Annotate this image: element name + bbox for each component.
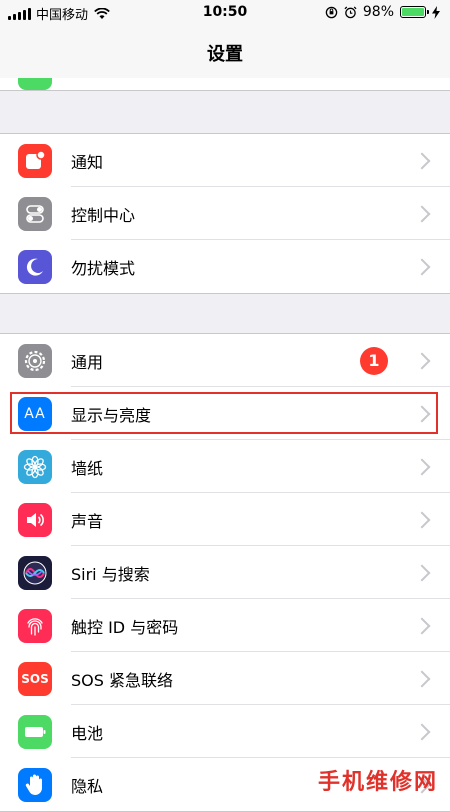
chevron-right-icon [413,670,431,687]
watermark: 手机维修网 [317,770,438,795]
settings-row-label: 勿扰模式 [71,258,136,278]
icon-text: SOS [21,671,49,686]
control-center-icon [18,196,52,231]
display-brightness-icon: AA [18,396,52,431]
update-badge: 1 [360,346,388,375]
settings-row-notifications[interactable]: 通知 [0,134,450,187]
icon-text: AA [24,405,46,422]
fingerprint-icon [18,608,52,643]
settings-row-label: 触控 ID 与密码 [71,617,179,637]
settings-row-label: 墙纸 [71,458,104,478]
chevron-right-icon [413,617,431,634]
alarm-icon [344,5,357,18]
speaker-icon [18,502,52,537]
chevron-right-icon [413,352,431,369]
chevron-right-icon [413,564,431,581]
settings-row-label: 电池 [71,723,104,743]
settings-row-touch-id-passcode[interactable]: 触控 ID 与密码 [0,599,450,652]
wallpaper-flower-icon [18,449,52,484]
settings-row-battery[interactable]: 电池 [0,705,450,758]
settings-row-siri-search[interactable]: Siri 与搜索 [0,546,450,599]
battery-icon [18,714,52,749]
siri-icon [18,555,52,590]
settings-row-label: SOS 紧急联络 [71,670,173,690]
orientation-lock-icon [325,6,338,18]
settings-row-label: 通知 [71,152,104,172]
status-bar: 中国移动 10:50 98% [0,0,450,26]
settings-row-sounds[interactable]: 声音 [0,493,450,546]
sos-icon: SOS [18,661,52,696]
settings-group-1: 通知 控制中心 勿扰模式 [0,133,450,294]
chevron-right-icon [413,152,431,169]
settings-row-do-not-disturb[interactable]: 勿扰模式 [0,240,450,293]
chevron-right-icon [413,723,431,740]
page-title: 设置 [207,44,243,65]
settings-row-emergency-sos[interactable]: SOS SOS 紧急联络 [0,652,450,705]
chevron-right-icon [413,258,431,275]
charging-bolt-icon [432,5,440,19]
partial-row-icon [18,78,52,90]
gear-icon [18,343,52,378]
settings-row-label: 显示与亮度 [71,405,152,425]
settings-row-label: 控制中心 [71,205,136,225]
settings-row-display-brightness[interactable]: AA 显示与亮度 [0,387,450,440]
notifications-icon [18,143,52,178]
settings-row-wallpaper[interactable]: 墙纸 [0,440,450,493]
chevron-right-icon [413,205,431,222]
chevron-right-icon [413,511,431,528]
settings-row-label: 声音 [71,511,104,531]
settings-row-label: 通用 [71,352,104,372]
partial-row[interactable] [0,78,450,91]
chevron-right-icon [413,458,431,475]
settings-row-general[interactable]: 通用 1 [0,334,450,387]
battery-percentage: 98% [362,4,394,20]
battery-fill [402,8,424,16]
hand-icon [18,767,52,802]
moon-icon [18,249,52,284]
battery-icon [400,6,429,18]
settings-row-label: Siri 与搜索 [71,564,150,584]
settings-group-2: 通用 1 AA 显示与亮度 墙纸 声音 Siri 与搜索 触控 ID 与密码 S… [0,333,450,812]
chevron-right-icon [413,405,431,422]
navigation-bar: 设置 [0,26,450,78]
settings-row-control-center[interactable]: 控制中心 [0,187,450,240]
